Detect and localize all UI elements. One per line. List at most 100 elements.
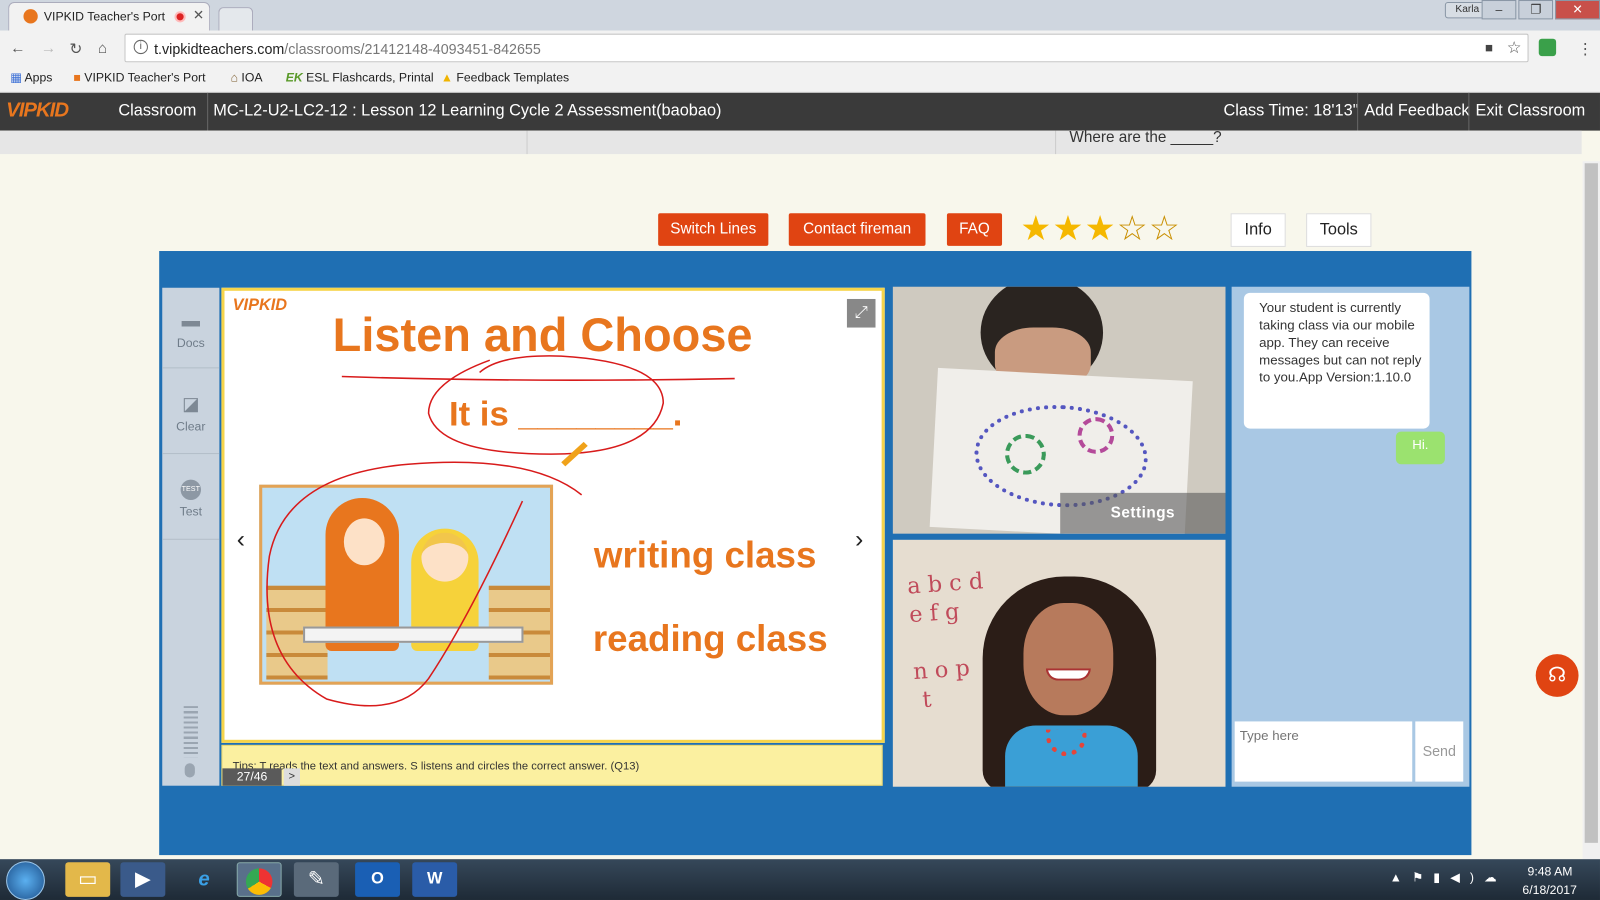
- switch-lines-button[interactable]: Switch Lines: [658, 213, 769, 246]
- start-button[interactable]: [6, 861, 45, 900]
- test-tool[interactable]: TEST Test: [162, 479, 219, 518]
- reload-icon[interactable]: ↻: [69, 40, 82, 58]
- browser-tab[interactable]: VIPKID Teacher's Port ✕: [8, 2, 211, 31]
- divider: [526, 130, 528, 155]
- minimize-button[interactable]: –: [1481, 0, 1517, 20]
- hidden-content-strip: Where are the _____?: [0, 128, 1582, 155]
- browser-tab-bar: VIPKID Teacher's Port ✕ Karla – ❐ ✕: [0, 0, 1600, 31]
- close-window-button[interactable]: ✕: [1555, 0, 1600, 20]
- classroom-header: VIPKID Classroom MC-L2-U2-LC2-12 : Lesso…: [0, 92, 1600, 131]
- divider: [162, 453, 220, 455]
- divider: [207, 92, 209, 131]
- internet-explorer-icon[interactable]: e: [182, 862, 227, 897]
- teacher-face: [1023, 603, 1114, 716]
- bookmark-star-icon[interactable]: ☆: [1507, 38, 1522, 58]
- bookmark-vipkid[interactable]: ■ VIPKID Teacher's Port: [73, 70, 205, 84]
- folder-icon: ▬: [181, 310, 200, 331]
- star-filled-icon[interactable]: ★: [1020, 209, 1051, 248]
- eraser-icon: ◪: [182, 393, 200, 415]
- send-button[interactable]: Send: [1415, 721, 1464, 782]
- settings-button[interactable]: Settings: [1060, 492, 1226, 534]
- outlook-icon[interactable]: O: [355, 862, 400, 897]
- new-tab-button[interactable]: [218, 7, 254, 31]
- docs-tool[interactable]: ▬ Docs: [162, 310, 219, 350]
- add-feedback-button[interactable]: Add Feedback: [1364, 102, 1469, 120]
- tab-title: VIPKID Teacher's Port: [43, 9, 166, 24]
- extension-icon[interactable]: [1538, 38, 1557, 57]
- star-rating: ★★★☆☆: [1020, 208, 1181, 249]
- star-empty-icon[interactable]: ☆: [1149, 209, 1180, 248]
- divider: [162, 538, 220, 540]
- bookmark-feedback[interactable]: ▲ Feedback Templates: [441, 70, 569, 84]
- slide-toolbar: ▬ Docs ◪ Clear TEST Test: [162, 287, 220, 786]
- star-filled-icon[interactable]: ★: [1053, 209, 1084, 248]
- tool-label: Clear: [176, 419, 206, 434]
- clear-tool[interactable]: ◪ Clear: [162, 394, 219, 434]
- back-icon[interactable]: ←: [10, 40, 25, 57]
- tool-label: Docs: [176, 335, 205, 350]
- clock-time: 9:48 AM: [1527, 864, 1573, 879]
- star-empty-icon[interactable]: ☆: [1117, 209, 1148, 248]
- camera-icon[interactable]: ■: [1485, 40, 1493, 55]
- support-headset-icon[interactable]: ☊: [1535, 654, 1579, 697]
- bookmark-label: ESL Flashcards, Printal: [306, 70, 434, 85]
- recording-icon: [174, 11, 186, 23]
- tray-icons[interactable]: ▲⚑▮◀)☁: [1390, 870, 1507, 884]
- system-message-bubble: Your student is currently taking class v…: [1243, 292, 1430, 429]
- bookmark-label: Apps: [24, 70, 53, 85]
- vipkid-favicon-icon: [23, 9, 38, 24]
- tools-button[interactable]: Tools: [1306, 213, 1372, 247]
- chat-input[interactable]: [1234, 721, 1413, 782]
- test-icon: TEST: [180, 479, 202, 500]
- forward-icon[interactable]: →: [41, 40, 56, 57]
- bookmark-label: IOA: [241, 70, 263, 85]
- info-button[interactable]: Info: [1230, 213, 1286, 247]
- info-icon[interactable]: i: [133, 39, 148, 55]
- lesson-slide[interactable]: VIPKID ⤢ Listen and Choose It is _______…: [221, 287, 885, 743]
- url-host: t.vipkidteachers.com: [154, 40, 285, 58]
- bookmark-ioa[interactable]: ⌂ IOA: [231, 70, 263, 84]
- drive-bookmark-icon: ▲: [440, 70, 453, 85]
- microphone-icon: [184, 763, 195, 778]
- exit-classroom-button[interactable]: Exit Classroom: [1475, 102, 1585, 120]
- contact-fireman-button[interactable]: Contact fireman: [788, 213, 926, 246]
- vipkid-bookmark-icon: ■: [73, 70, 81, 85]
- media-player-icon[interactable]: ▶: [120, 862, 166, 897]
- bookmark-label: VIPKID Teacher's Port: [84, 70, 206, 85]
- star-filled-icon[interactable]: ★: [1085, 209, 1116, 248]
- circle-annotation-picture: [266, 461, 583, 707]
- divider: [1357, 92, 1359, 131]
- maximize-button[interactable]: ❐: [1518, 0, 1554, 20]
- page-next-button[interactable]: >: [283, 768, 300, 786]
- ek-bookmark-icon: EK: [285, 70, 303, 85]
- sent-message-text: Hi.: [1412, 436, 1429, 453]
- vipkid-logo: VIPKID: [6, 98, 69, 122]
- circle-annotation-prompt: [427, 355, 665, 455]
- browser-toolbar: ← → ↻ ⌂ i t.vipkidteachers.com/classroom…: [0, 30, 1600, 66]
- explorer-icon[interactable]: ▭: [65, 862, 111, 897]
- faq-button[interactable]: FAQ: [946, 213, 1003, 246]
- teacher-smile: [1045, 668, 1091, 681]
- divider: [162, 367, 220, 369]
- paint-icon[interactable]: ✎: [293, 862, 339, 897]
- url-path: /classrooms/21412148-4093451-842655: [284, 40, 541, 58]
- teacher-tips-bar: Tips: T reads the text and answers. S li…: [221, 744, 883, 786]
- peek-text: Where are the _____?: [1069, 128, 1222, 146]
- divider: [1055, 130, 1057, 155]
- sent-message-bubble: Hi.: [1395, 431, 1445, 465]
- tab-close-icon[interactable]: ✕: [193, 7, 204, 23]
- volume-meter: [183, 706, 198, 758]
- apps-grid-icon: ▦: [10, 70, 22, 85]
- scrollbar-thumb[interactable]: [1584, 163, 1598, 843]
- underline-annotation: [341, 375, 735, 381]
- menu-icon[interactable]: ⋮: [1578, 40, 1593, 58]
- page-counter: 27/46: [222, 768, 282, 786]
- bookmark-apps[interactable]: ▦ Apps: [10, 70, 52, 84]
- bookmark-esl[interactable]: EK ESL Flashcards, Printal: [286, 70, 434, 84]
- bookmarks-bar: ▦ Apps ■ VIPKID Teacher's Port ⌂ IOA EK …: [0, 65, 1600, 93]
- home-icon[interactable]: ⌂: [98, 40, 107, 57]
- chrome-icon[interactable]: [236, 862, 282, 897]
- word-icon[interactable]: W: [412, 862, 458, 897]
- classroom-label[interactable]: Classroom: [118, 102, 196, 120]
- address-bar[interactable]: i t.vipkidteachers.com/classrooms/214121…: [124, 33, 1529, 63]
